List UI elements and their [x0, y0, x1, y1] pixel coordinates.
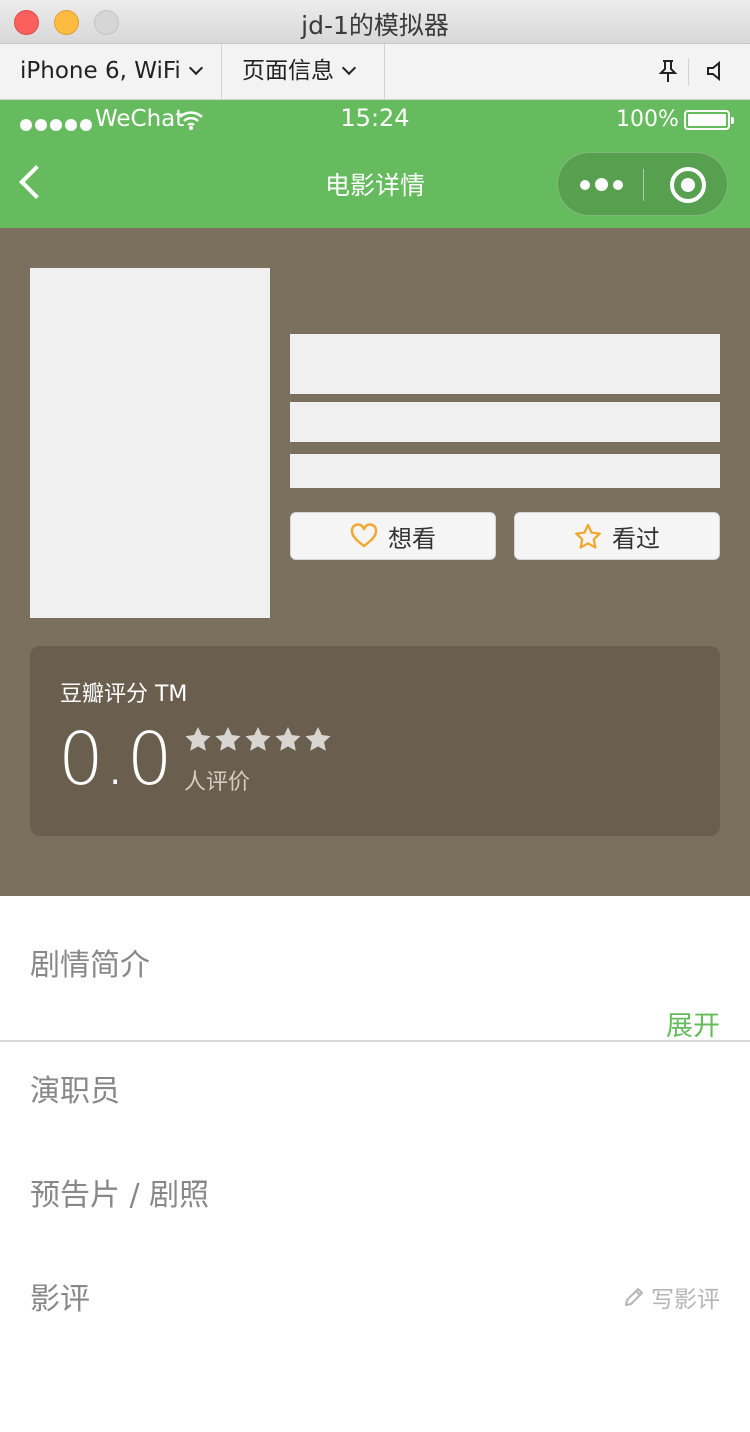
movie-meta-placeholder — [290, 454, 720, 488]
page-info-select[interactable]: 页面信息 — [242, 44, 357, 100]
want-to-watch-label: 想看 — [388, 524, 436, 553]
watched-button[interactable]: 看过 — [514, 512, 720, 560]
rating-score: 0.0 — [58, 717, 173, 801]
speaker-icon[interactable] — [704, 58, 730, 84]
rating-source: 豆瓣评分 TM — [60, 682, 188, 707]
rating-panel: 豆瓣评分 TM 0.0 人评价 — [30, 646, 720, 836]
toolbar-divider — [688, 58, 689, 86]
star-icon — [304, 726, 332, 757]
star-icon — [214, 726, 242, 757]
write-review-label: 写影评 — [651, 1287, 720, 1313]
page-info-label: 页面信息 — [242, 58, 334, 84]
battery-percentage: 100% — [616, 107, 679, 132]
write-review-button[interactable]: 写影评 — [623, 1280, 720, 1314]
toolbar-divider — [221, 44, 222, 100]
reviews-heading: 影评 — [30, 1282, 90, 1317]
movie-title-placeholder — [290, 334, 720, 394]
chevron-down-icon — [341, 60, 357, 76]
trailers-heading: 预告片 / 剧照 — [30, 1178, 210, 1213]
star-icon — [184, 726, 212, 757]
rating-stars — [184, 726, 334, 757]
device-select-label: iPhone 6, WiFi — [20, 58, 181, 84]
movie-poster — [30, 268, 270, 618]
heart-icon — [350, 523, 378, 548]
expand-synopsis-link[interactable]: 展开 — [666, 1004, 720, 1043]
movie-header: 想看 看过 豆瓣评分 TM 0.0 人评价 — [0, 228, 750, 896]
capsule-divider — [643, 169, 644, 201]
chevron-down-icon — [188, 60, 203, 76]
toolbar-divider — [384, 44, 385, 100]
star-icon — [244, 726, 272, 757]
status-bar: WeChat 15:24 100% — [0, 100, 750, 140]
device-select[interactable]: iPhone 6, WiFi — [20, 44, 203, 100]
watched-label: 看过 — [612, 524, 660, 553]
window-titlebar: jd-1的模拟器 — [0, 0, 750, 44]
battery-icon — [684, 110, 734, 130]
window-title: jd-1的模拟器 — [301, 11, 449, 40]
pin-icon[interactable] — [655, 58, 681, 84]
more-button[interactable] — [578, 153, 626, 217]
star-icon — [575, 523, 601, 549]
section-divider — [0, 1040, 750, 1042]
want-to-watch-button[interactable]: 想看 — [290, 512, 496, 560]
movie-info-placeholder — [290, 402, 720, 442]
star-icon — [274, 726, 302, 757]
close-miniprogram-button[interactable] — [670, 167, 706, 203]
cast-heading: 演职员 — [30, 1074, 120, 1109]
rating-count: 人评价 — [184, 770, 251, 795]
phone-header: WeChat 15:24 100% 电影详情 — [0, 100, 750, 228]
simulator-toolbar: iPhone 6, WiFi 页面信息 — [0, 44, 750, 100]
miniprogram-capsule — [557, 152, 728, 216]
navigation-bar: 电影详情 — [0, 140, 750, 228]
pencil-icon — [625, 1288, 643, 1306]
synopsis-heading: 剧情简介 — [30, 948, 150, 983]
